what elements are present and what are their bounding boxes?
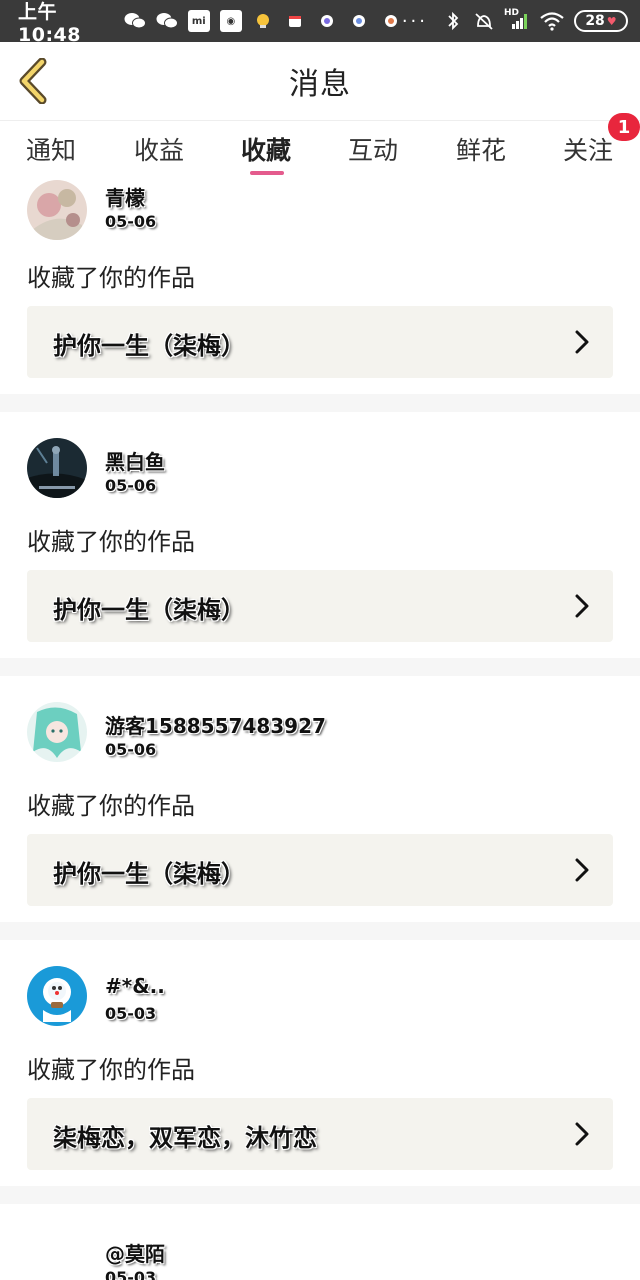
calendar-icon [284, 10, 306, 32]
chevron-right-icon [575, 330, 589, 354]
header-bar: 消息 [0, 42, 640, 120]
more-notifications-icon: ··· [401, 10, 428, 32]
username: 游客1588557483927 [105, 714, 326, 738]
avatar[interactable] [27, 702, 87, 762]
app-small-icon-2 [348, 10, 370, 32]
chevron-right-icon [575, 858, 589, 882]
notification-icons: mi ◉ [124, 10, 402, 32]
chevron-right-icon [575, 1122, 589, 1146]
action-text: 收藏了你的作品 [27, 264, 195, 292]
mi-icon: mi [187, 10, 210, 32]
chevron-right-icon [575, 594, 589, 618]
hd-label: HD [504, 8, 520, 18]
work-link[interactable]: 护你一生（柒梅） [27, 834, 613, 906]
message-date: 05-06 [105, 740, 157, 759]
message-list: 青檬 05-06 收藏了你的作品 护你一生（柒梅） 黑白鱼 05-06 收藏了你… [0, 180, 640, 1280]
tab-earnings[interactable]: 收益 [134, 131, 184, 167]
tab-bar: 通知 收益 收藏 互动 鲜花 关注 [0, 120, 640, 181]
action-text: 收藏了你的作品 [27, 528, 195, 556]
message-date: 05-06 [105, 212, 157, 231]
action-text: 收藏了你的作品 [27, 1056, 195, 1084]
username: 青檬 [105, 186, 145, 210]
username: #*&.. [105, 974, 165, 998]
battery-indicator: 28 ♥ [574, 10, 628, 32]
work-title: 护你一生（柒梅） [53, 596, 245, 624]
back-arrow-icon [19, 57, 47, 105]
bluetooth-icon [442, 10, 464, 32]
work-link[interactable]: 护你一生（柒梅） [27, 570, 613, 642]
page-title: 消息 [289, 67, 351, 102]
message-date: 05-03 [105, 1004, 157, 1023]
app-icon: ◉ [219, 10, 242, 32]
message-card: 游客1588557483927 05-06 收藏了你的作品 护你一生（柒梅） [0, 676, 640, 922]
back-button[interactable] [16, 57, 52, 105]
tab-following[interactable]: 关注 [563, 131, 613, 167]
active-tab-indicator [250, 171, 284, 175]
tab-flowers[interactable]: 鲜花 [456, 131, 506, 167]
avatar[interactable] [27, 180, 87, 240]
tab-favorites[interactable]: 收藏 [241, 131, 291, 167]
message-card: 黑白鱼 05-06 收藏了你的作品 护你一生（柒梅） [0, 412, 640, 658]
username: @莫陌 [105, 1242, 165, 1266]
work-title: 护你一生（柒梅） [53, 860, 245, 888]
tab-interactions[interactable]: 互动 [348, 131, 398, 167]
app-small-icon-3 [380, 10, 402, 32]
card-divider [0, 922, 640, 940]
message-card: #*&.. 05-03 收藏了你的作品 柒梅恋，双军恋，沐竹恋 [0, 940, 640, 1186]
message-date: 05-06 [105, 476, 157, 495]
work-link[interactable]: 护你一生（柒梅） [27, 306, 613, 378]
tab-notice[interactable]: 通知 [26, 131, 76, 167]
system-icons: HD 28 ♥ [442, 8, 628, 32]
message-date: 05-03 [105, 1268, 157, 1280]
signal-icon: HD [504, 8, 530, 32]
battery-level: 28 [585, 13, 605, 29]
card-divider [0, 394, 640, 412]
wechat-icon-2 [156, 10, 178, 32]
message-card: @莫陌 05-03 [0, 1204, 640, 1280]
alarm-off-icon [473, 10, 495, 32]
bulb-icon [252, 10, 274, 32]
app-small-icon [316, 10, 338, 32]
following-badge: 1 [608, 113, 640, 141]
work-title: 护你一生（柒梅） [53, 332, 245, 360]
wechat-icon [124, 10, 146, 32]
avatar[interactable] [27, 966, 87, 1026]
work-title: 柒梅恋，双军恋，沐竹恋 [53, 1124, 317, 1152]
card-divider [0, 1186, 640, 1204]
heart-icon: ♥ [606, 14, 617, 28]
wifi-icon [539, 10, 565, 32]
username: 黑白鱼 [105, 450, 165, 474]
message-card: 青檬 05-06 收藏了你的作品 护你一生（柒梅） [0, 180, 640, 394]
action-text: 收藏了你的作品 [27, 792, 195, 820]
status-time: 上午10:48 [18, 0, 81, 46]
work-link[interactable]: 柒梅恋，双军恋，沐竹恋 [27, 1098, 613, 1170]
status-bar: 上午10:48 mi ◉ ··· HD 28 ♥ [0, 0, 640, 46]
avatar[interactable] [27, 438, 87, 498]
card-divider [0, 658, 640, 676]
